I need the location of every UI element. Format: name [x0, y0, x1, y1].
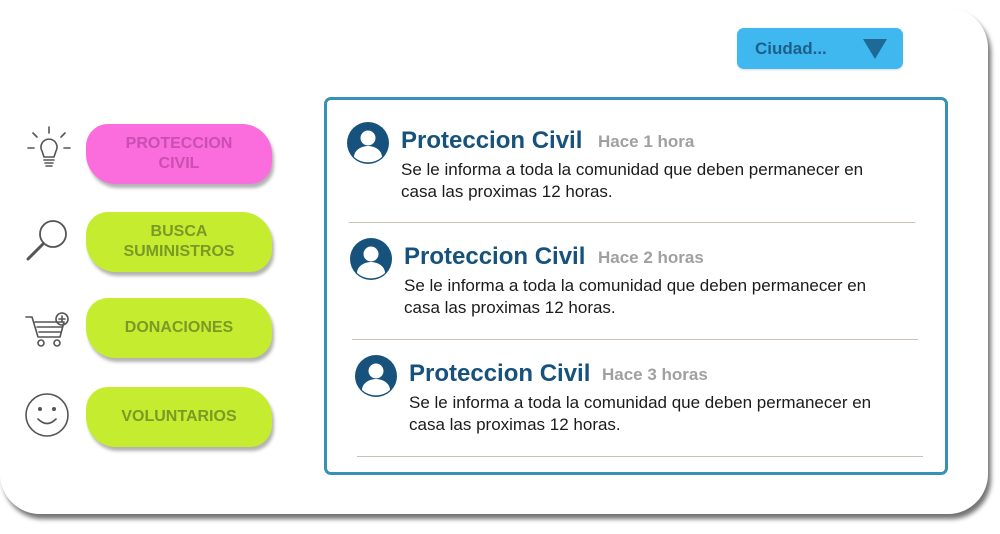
post-author: Proteccion Civil	[401, 127, 583, 154]
post-message: Se le informa a toda la comunidad que de…	[401, 160, 864, 201]
divider	[352, 339, 918, 340]
cart-add-icon	[25, 312, 69, 347]
post-message: Se le informa a toda la comunidad que de…	[409, 393, 872, 434]
post-author: Proteccion Civil	[409, 360, 591, 387]
voluntarios-button[interactable]: VOLUNTARIOS	[86, 387, 272, 447]
triangle-down-icon[interactable]	[863, 39, 887, 59]
smiley-icon	[25, 393, 69, 437]
lightbulb-icon	[27, 126, 71, 167]
magnifier-icon	[26, 220, 67, 261]
busca-suministros-button[interactable]: BUSCA SUMINISTROS	[86, 212, 272, 272]
post-author: Proteccion Civil	[404, 243, 586, 270]
user-avatar-icon	[355, 355, 397, 397]
post-time: Hace 3 horas	[602, 365, 708, 384]
donaciones-button[interactable]: DONACIONES	[86, 298, 272, 358]
post-message: Se le informa a toda la comunidad que de…	[404, 276, 867, 317]
divider	[349, 222, 915, 223]
proteccion-civil-button[interactable]: PROTECCION CIVIL	[86, 124, 272, 184]
user-avatar-icon	[347, 122, 389, 164]
city-dropdown-label: Ciudad...	[755, 38, 827, 58]
city-dropdown[interactable]: Ciudad...	[737, 28, 903, 69]
post-time: Hace 2 horas	[598, 248, 704, 267]
user-avatar-icon	[350, 238, 392, 280]
divider	[357, 456, 923, 457]
post-time: Hace 1 hora	[598, 132, 695, 151]
notification-feed: Proteccion Civil Hace 1 hora Se le infor…	[324, 97, 948, 475]
